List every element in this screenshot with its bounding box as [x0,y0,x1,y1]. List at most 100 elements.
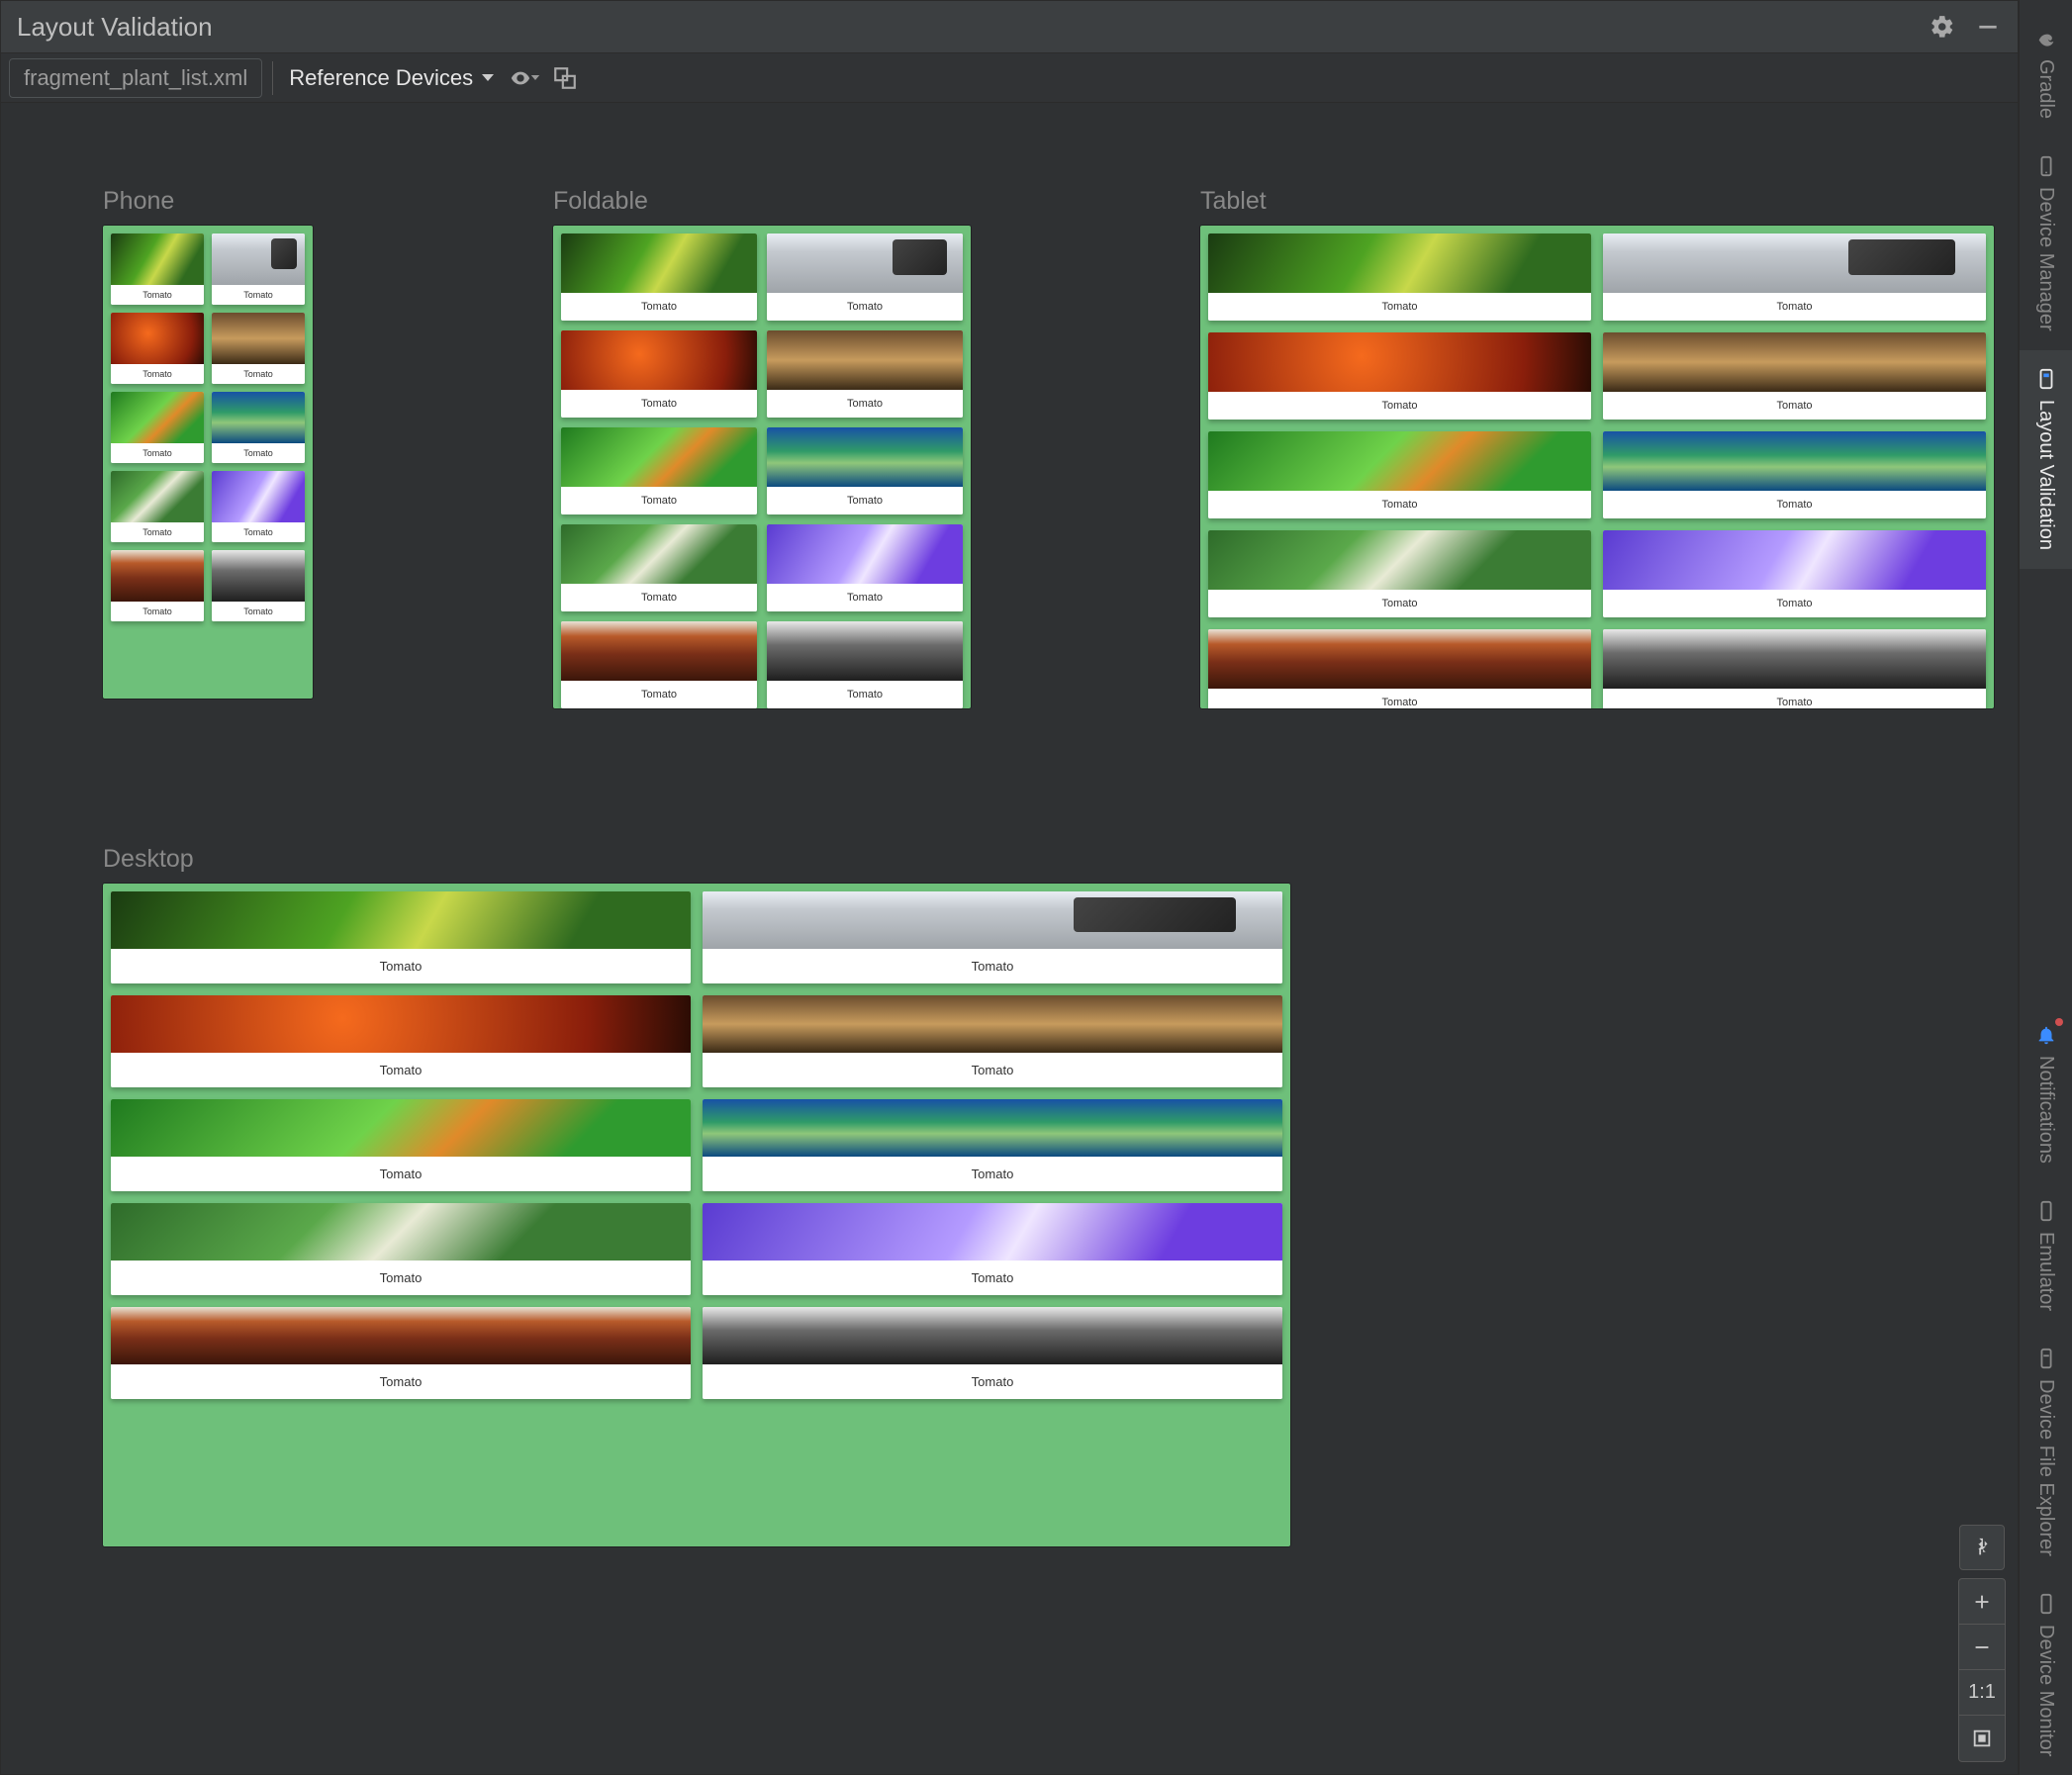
minimize-icon[interactable] [1974,13,2002,41]
plant-name: Tomato [111,522,204,542]
plant-card[interactable]: Tomato [703,995,1282,1087]
plant-card[interactable]: Tomato [703,1307,1282,1399]
plant-card[interactable]: Tomato [1603,234,1986,321]
plant-card[interactable]: Tomato [212,392,305,463]
plant-image [1208,530,1591,590]
rail-label: Layout Validation [2034,400,2057,550]
cards-grid: TomatoTomatoTomatoTomatoTomatoTomatoToma… [561,234,963,708]
plant-name: Tomato [561,487,757,514]
plant-image [1208,431,1591,491]
reference-devices-dropdown[interactable]: Reference Devices [283,61,500,95]
plant-image [111,234,204,285]
plant-card[interactable]: Tomato [1603,431,1986,518]
plant-image [703,891,1282,949]
plant-name: Tomato [1208,392,1591,420]
plant-name: Tomato [111,1364,691,1399]
device-group-desktop: Desktop TomatoTomatoTomatoTomatoTomatoTo… [103,845,1290,1546]
plant-card[interactable]: Tomato [767,330,963,418]
rail-item-device-file-explorer[interactable]: Device File Explorer [2020,1330,2072,1575]
plant-card[interactable]: Tomato [703,891,1282,983]
plant-image [703,1099,1282,1157]
rail-item-gradle[interactable]: Gradle [2020,10,2072,138]
plant-card[interactable]: Tomato [1603,629,1986,708]
plant-image [1208,332,1591,392]
plant-card[interactable]: Tomato [561,427,757,514]
plant-card[interactable]: Tomato [212,471,305,542]
plant-card[interactable]: Tomato [1208,530,1591,617]
plant-card[interactable]: Tomato [111,313,204,384]
plant-card[interactable]: Tomato [111,471,204,542]
preview-canvas[interactable]: Phone TomatoTomatoTomatoTomatoTomatoToma… [0,103,2019,1775]
plant-name: Tomato [111,285,204,305]
rail-item-emulator[interactable]: Emulator [2020,1182,2072,1330]
plant-card[interactable]: Tomato [1603,530,1986,617]
rail-item-layout-validation[interactable]: Layout Validation [2020,350,2072,569]
plant-name: Tomato [111,602,204,621]
plant-image [212,471,305,522]
plant-image [1603,332,1986,392]
plant-card[interactable]: Tomato [1603,332,1986,420]
emulator-icon [2034,1200,2057,1222]
zoom-fit-button[interactable] [1959,1716,2005,1761]
rail-item-notifications[interactable]: Notifications [2020,1006,2072,1182]
divider [272,61,273,95]
plant-image [1603,530,1986,590]
plant-card[interactable]: Tomato [212,313,305,384]
rail-label: Notifications [2034,1056,2057,1164]
plant-card[interactable]: Tomato [561,330,757,418]
plant-card[interactable]: Tomato [703,1099,1282,1191]
device-frame-phone[interactable]: TomatoTomatoTomatoTomatoTomatoTomatoToma… [103,226,313,699]
pan-button[interactable] [1959,1525,2005,1570]
plant-card[interactable]: Tomato [1208,629,1591,708]
gear-icon[interactable] [1929,13,1956,41]
device-monitor-icon [2034,1593,2057,1615]
plant-card[interactable]: Tomato [111,1099,691,1191]
plant-card[interactable]: Tomato [561,234,757,321]
plant-name: Tomato [703,1364,1282,1399]
rail-item-device-manager[interactable]: Device Manager [2020,138,2072,350]
plant-card[interactable]: Tomato [111,392,204,463]
device-label-tablet: Tablet [1200,187,1994,216]
plant-card[interactable]: Tomato [767,524,963,611]
plant-card[interactable]: Tomato [767,234,963,321]
device-label-phone: Phone [103,187,313,216]
visibility-icon[interactable] [510,64,541,92]
plant-card[interactable]: Tomato [212,550,305,621]
plant-card[interactable]: Tomato [111,550,204,621]
device-group-tablet: Tablet TomatoTomatoTomatoTomatoTomatoTom… [1200,187,1994,708]
device-frame-desktop[interactable]: TomatoTomatoTomatoTomatoTomatoTomatoToma… [103,884,1290,1546]
plant-card[interactable]: Tomato [212,234,305,305]
plant-name: Tomato [1208,293,1591,321]
layout-validation-icon [2034,368,2057,390]
overlay-devices-icon[interactable] [551,64,579,92]
rail-item-device-monitor[interactable]: Device Monitor [2020,1575,2072,1775]
plant-image [767,234,963,293]
device-frame-tablet[interactable]: TomatoTomatoTomatoTomatoTomatoTomatoToma… [1200,226,1994,708]
plant-card[interactable]: Tomato [703,1203,1282,1295]
chevron-down-icon [531,75,539,80]
zoom-reset-label: 1:1 [1968,1681,1996,1704]
plant-image [561,330,757,390]
plant-card[interactable]: Tomato [1208,332,1591,420]
file-chip[interactable]: fragment_plant_list.xml [9,58,262,98]
plant-card[interactable]: Tomato [111,891,691,983]
plant-card[interactable]: Tomato [111,1307,691,1399]
plant-card[interactable]: Tomato [111,1203,691,1295]
plant-name: Tomato [111,1053,691,1087]
plant-card[interactable]: Tomato [561,621,757,708]
plant-card[interactable]: Tomato [767,427,963,514]
plant-name: Tomato [767,390,963,418]
plant-card[interactable]: Tomato [1208,431,1591,518]
plant-image [561,524,757,584]
zoom-in-button[interactable] [1959,1579,2005,1625]
plant-card[interactable]: Tomato [767,621,963,708]
plant-card[interactable]: Tomato [111,995,691,1087]
device-frame-foldable[interactable]: TomatoTomatoTomatoTomatoTomatoTomatoToma… [553,226,971,708]
plant-image [703,1203,1282,1261]
zoom-out-button[interactable] [1959,1625,2005,1670]
plant-card[interactable]: Tomato [111,234,204,305]
plant-card[interactable]: Tomato [561,524,757,611]
zoom-reset-button[interactable]: 1:1 [1959,1670,2005,1716]
plant-name: Tomato [1208,689,1591,708]
plant-card[interactable]: Tomato [1208,234,1591,321]
